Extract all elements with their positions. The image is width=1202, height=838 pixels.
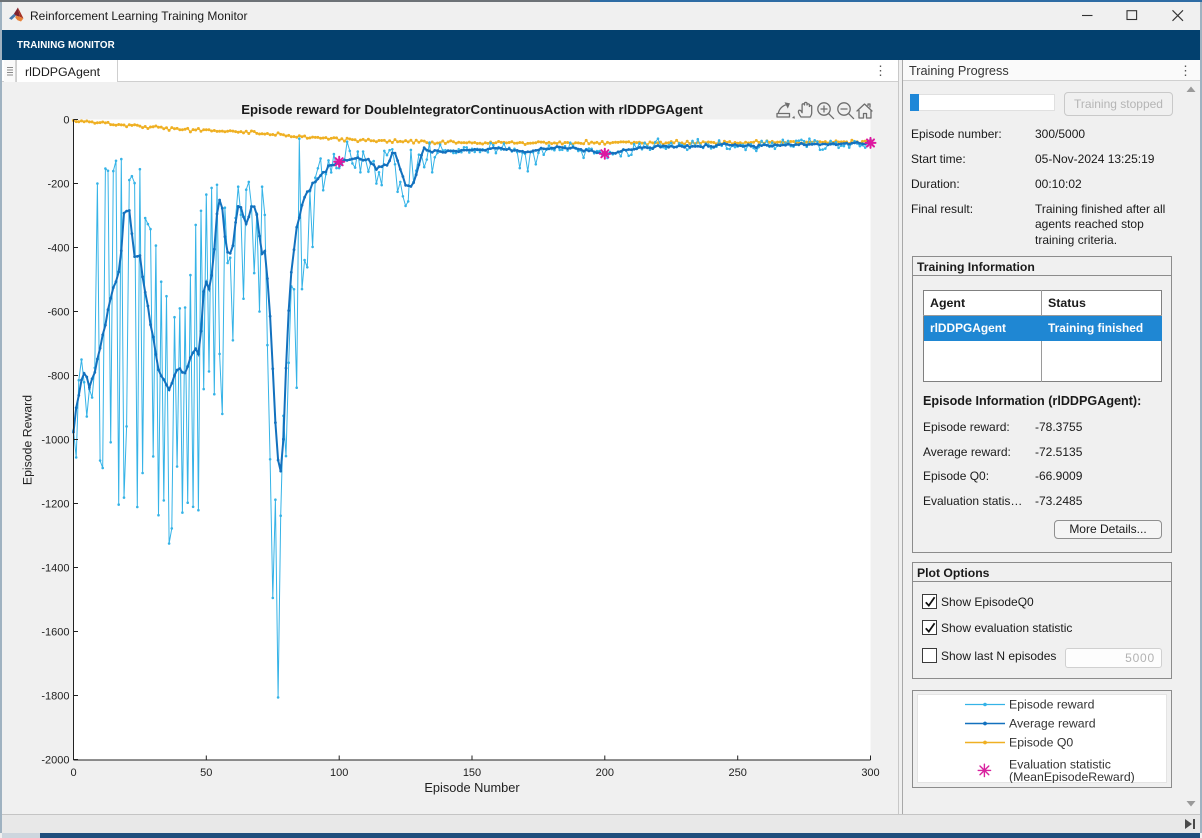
svg-text:Episode Reward: Episode Reward — [21, 395, 35, 485]
svg-text:0: 0 — [70, 767, 76, 779]
svg-text:Episode Q0: Episode Q0 — [1009, 736, 1073, 750]
svg-text:Episode Number: Episode Number — [424, 780, 520, 795]
svg-text:-2000: -2000 — [41, 755, 69, 767]
svg-text:300: 300 — [861, 767, 879, 779]
svg-text:-200: -200 — [47, 179, 69, 191]
svg-text:-1800: -1800 — [41, 691, 69, 703]
svg-text:-400: -400 — [47, 243, 69, 255]
svg-text:100: 100 — [330, 767, 348, 779]
svg-text:200: 200 — [596, 767, 614, 779]
svg-text:Average reward: Average reward — [1009, 717, 1096, 731]
svg-text:250: 250 — [729, 767, 747, 779]
svg-text:-1000: -1000 — [41, 435, 69, 447]
svg-text:Episode reward: Episode reward — [1009, 698, 1095, 712]
svg-text:(MeanEpisodeReward): (MeanEpisodeReward) — [1009, 770, 1135, 783]
svg-text:-600: -600 — [47, 307, 69, 319]
svg-text:Episode reward for DoubleInteg: Episode reward for DoubleIntegratorConti… — [241, 102, 703, 117]
svg-text:-1400: -1400 — [41, 563, 69, 575]
svg-text:-1600: -1600 — [41, 627, 69, 639]
svg-text:-1200: -1200 — [41, 499, 69, 511]
svg-text:150: 150 — [463, 767, 481, 779]
svg-text:-800: -800 — [47, 371, 69, 383]
svg-text:50: 50 — [200, 767, 212, 779]
svg-text:0: 0 — [63, 115, 69, 127]
